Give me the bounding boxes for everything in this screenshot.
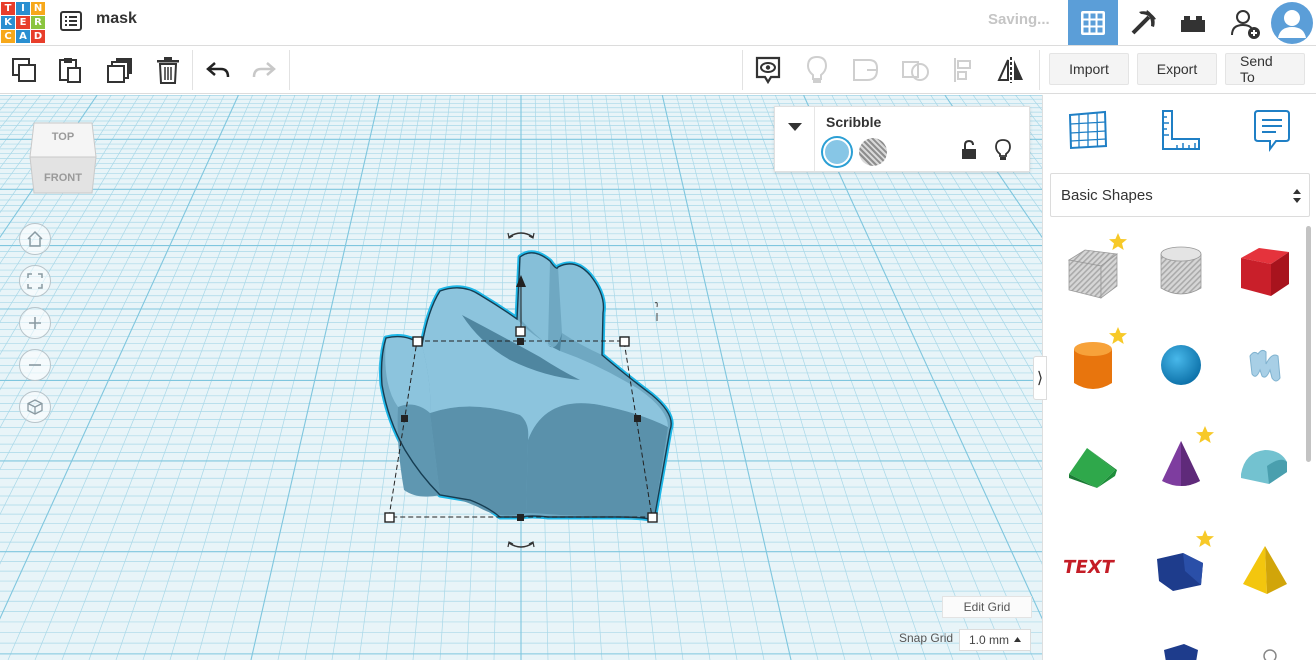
logo-letter: T [1, 2, 15, 15]
align-icon[interactable] [946, 52, 982, 88]
top-bar: T I N K E R C A D mask Saving... [0, 0, 1316, 46]
light-bulb-icon[interactable] [995, 139, 1011, 166]
shape-sphere[interactable] [1151, 335, 1211, 395]
panel-collapse-tab[interactable]: ⟩ [1033, 356, 1047, 400]
favorite-star-icon [1109, 327, 1127, 344]
toolbar-divider [1039, 50, 1040, 90]
bricks-icon[interactable] [1168, 0, 1218, 45]
design-menu-icon[interactable] [58, 9, 84, 33]
ungroup-icon[interactable] [897, 52, 933, 88]
snap-grid-label: Snap Grid [899, 631, 954, 645]
shape-partial[interactable] [1235, 643, 1295, 660]
undo-icon[interactable] [200, 52, 236, 88]
redo-icon[interactable] [246, 52, 282, 88]
pickaxe-icon[interactable] [1118, 0, 1168, 45]
shapes-scrollbar[interactable] [1306, 226, 1311, 462]
logo-letter: I [16, 2, 30, 15]
zoom-out-icon[interactable] [19, 349, 51, 381]
shape-roof[interactable] [1063, 435, 1123, 495]
toolbar-divider [289, 50, 290, 90]
viewcube-front-label[interactable]: FRONT [26, 172, 100, 184]
snap-grid-select[interactable]: 1.0 mm [959, 629, 1031, 651]
toolbar-divider [192, 50, 193, 90]
shape-text[interactable]: TEXT [1063, 535, 1123, 595]
logo-letter: E [16, 16, 30, 29]
copy-icon[interactable] [6, 52, 42, 88]
shape-polygon[interactable] [1151, 540, 1211, 600]
shape-round-roof[interactable] [1235, 435, 1295, 495]
add-user-icon[interactable] [1220, 0, 1270, 45]
edit-toolbar: Import Export Send To [0, 46, 1316, 94]
logo-letter: C [1, 30, 15, 43]
logo-letter: A [16, 30, 30, 43]
export-button[interactable]: Export [1137, 53, 1217, 85]
shapes-panel: Basic Shapes TEXT [1042, 95, 1316, 660]
shape-inspector: Scribble [774, 106, 1030, 172]
shape-pyramid[interactable] [1235, 540, 1295, 600]
chevron-right-icon: ⟩ [1036, 370, 1044, 387]
user-avatar[interactable] [1268, 0, 1316, 45]
duplicate-icon[interactable] [102, 52, 138, 88]
hole-swatch[interactable] [859, 138, 887, 166]
group-icon[interactable] [848, 52, 884, 88]
workplane-icon[interactable] [1065, 107, 1111, 153]
view-cube[interactable]: TOP FRONT [26, 117, 100, 197]
light-bulb-icon[interactable] [799, 52, 835, 88]
favorite-star-icon [1196, 530, 1214, 547]
shape-category-select[interactable]: Basic Shapes [1050, 173, 1310, 217]
toolbar-divider [742, 50, 743, 90]
shape-box[interactable] [1235, 240, 1295, 300]
shape-partial[interactable] [1151, 633, 1211, 660]
favorite-star-icon [1109, 233, 1127, 250]
svg-text:TEXT: TEXT [1063, 557, 1116, 578]
send-to-button[interactable]: Send To [1225, 53, 1305, 85]
snap-grid-value: 1.0 mm [969, 633, 1010, 647]
ruler-icon[interactable] [1157, 107, 1203, 153]
caret-up-icon [1014, 637, 1021, 642]
workplane[interactable] [0, 95, 1042, 660]
shape-category-value: Basic Shapes [1061, 186, 1153, 204]
scribble-shape[interactable] [0, 95, 1042, 660]
grid-view-icon[interactable] [1068, 0, 1118, 45]
chevron-down-icon [787, 123, 802, 131]
shape-scribble[interactable] [1235, 335, 1295, 395]
notes-icon[interactable] [1249, 107, 1295, 153]
mirror-icon[interactable] [993, 52, 1029, 88]
zoom-in-icon[interactable] [19, 307, 51, 339]
solid-color-swatch[interactable] [823, 138, 851, 166]
fit-view-icon[interactable] [19, 265, 51, 297]
design-name[interactable]: mask [96, 10, 137, 28]
show-all-icon[interactable] [750, 52, 786, 88]
tinkercad-app: T I N K E R C A D mask Saving... Import … [0, 0, 1316, 660]
import-button[interactable]: Import [1049, 53, 1129, 85]
lock-icon[interactable] [961, 139, 977, 165]
inspector-collapse-button[interactable] [775, 107, 815, 171]
tinkercad-logo[interactable]: T I N K E R C A D [0, 0, 46, 44]
select-arrows-icon [1293, 189, 1301, 203]
save-status: Saving... [988, 11, 1050, 28]
logo-letter: K [1, 16, 15, 29]
delete-icon[interactable] [150, 52, 186, 88]
viewcube-top-label[interactable]: TOP [26, 131, 100, 143]
paste-icon[interactable] [52, 52, 88, 88]
shape-cylinder-hole[interactable] [1151, 240, 1211, 300]
home-view-icon[interactable] [19, 223, 51, 255]
favorite-star-icon [1196, 426, 1214, 443]
logo-letter: N [31, 2, 45, 15]
inspector-title: Scribble [826, 114, 882, 130]
logo-letter: D [31, 30, 45, 43]
edit-grid-button[interactable]: Edit Grid [942, 596, 1032, 618]
logo-letter: R [31, 16, 45, 29]
perspective-icon[interactable] [19, 391, 51, 423]
